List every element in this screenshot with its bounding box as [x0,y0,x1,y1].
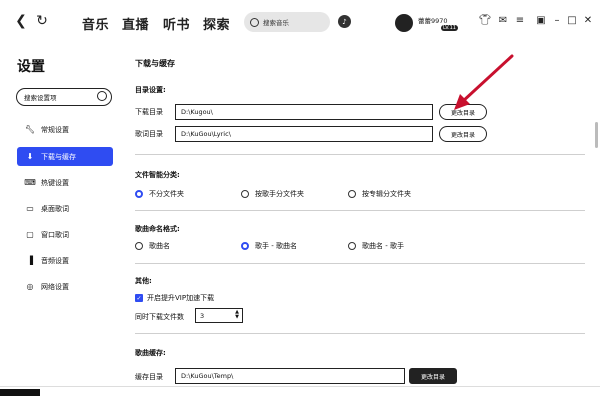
checkmark-icon: ✓ [135,294,143,302]
radio-unselected [241,190,249,198]
sidebar-item-audio[interactable]: ▐ 音频设置 [17,251,113,270]
stepper-arrows-icon[interactable]: ▲ ▼ [235,310,239,320]
sidebar-item-label: 窗口歌词 [41,230,69,239]
tab-explore[interactable]: 探索 [203,14,230,33]
naming-option-song-artist[interactable]: 歌曲名 - 歌手 [348,241,404,251]
scrollbar[interactable] [594,46,599,386]
mini-player-icon[interactable]: ▣ [535,14,547,26]
settings-search-input[interactable]: 搜索设置项 [16,88,112,106]
classify-option-album[interactable]: 按专辑分文件夹 [348,189,411,199]
page-title: 设置 [17,59,45,75]
wrench-icon: 🔧︎ [24,125,36,134]
concurrent-downloads-label: 同时下载文件数 [135,313,184,321]
change-lyrics-dir-button[interactable]: 更改目录 [439,126,487,142]
file-classify-heading: 文件智能分类: [135,171,180,179]
tab-music[interactable]: 音乐 [82,14,109,33]
sidebar-item-label: 热键设置 [41,178,69,187]
minimize-icon[interactable]: – [551,14,563,26]
tab-live[interactable]: 直播 [122,14,149,33]
radio-unselected [348,242,356,250]
divider [135,333,585,334]
radio-label: 不分文件夹 [149,190,184,198]
album-cover[interactable] [0,389,40,396]
stepper-value: 3 [200,311,205,320]
scrollbar-thumb[interactable] [595,122,598,148]
sidebar-item-label: 网络设置 [41,282,69,291]
section-title: 下载与缓存 [135,59,175,68]
radio-unselected [348,190,356,198]
radio-label: 歌曲名 - 歌手 [362,242,404,250]
search-icon[interactable] [97,91,107,101]
naming-option-song[interactable]: 歌曲名 [135,241,170,251]
maximize-icon[interactable]: □ [566,14,578,26]
radio-selected [135,190,143,198]
listen-recognize-icon[interactable]: ♪ [338,15,351,28]
lyrics-dir-field[interactable]: D:\KuGou\Lyric\ [175,126,433,142]
search-input[interactable]: 搜索音乐 [244,12,330,32]
sidebar-item-label: 音频设置 [41,256,69,265]
divider [135,210,585,211]
player-bar [0,386,600,396]
radio-label: 按歌手分文件夹 [255,190,304,198]
mail-icon[interactable]: ✉ [497,14,509,26]
sidebar-item-download-cache[interactable]: ⬇ 下载与缓存 [17,147,113,166]
settings-sidebar: 设置 搜索设置项 🔧︎ 常规设置 ⬇ 下载与缓存 ⌨ 热键设置 ▭ 桌面歌词 ▢… [0,46,120,386]
vip-accelerate-checkbox[interactable]: ✓ 开启提升VIP加速下载 [135,293,214,303]
tab-audiobook[interactable]: 听书 [163,14,190,33]
menu-icon[interactable]: ≡ [514,14,526,26]
download-dir-label: 下载目录 [135,108,163,116]
refresh-icon[interactable]: ↻ [35,13,49,29]
sidebar-item-general[interactable]: 🔧︎ 常规设置 [17,120,113,139]
user-name[interactable]: 蕾蕾9970 [418,15,448,25]
settings-search-placeholder: 搜索设置项 [24,94,57,102]
top-bar: ❮ ↻ 音乐 直播 听书 探索 搜索音乐 ♪ 蕾蕾9970 LV.11 👕︎ ✉… [0,0,600,46]
divider [135,263,585,264]
radio-label: 按专辑分文件夹 [362,190,411,198]
search-placeholder: 搜索音乐 [263,19,289,27]
dir-settings-heading: 目录设置: [135,86,166,94]
search-icon [250,17,259,27]
download-dir-field[interactable]: D:\Kugou\ [175,104,433,120]
other-heading: 其他: [135,277,152,285]
chevron-left-icon[interactable]: ❮ [14,13,28,29]
sidebar-item-label: 下载与缓存 [41,152,76,161]
sidebar-item-hotkeys[interactable]: ⌨ 热键设置 [17,173,113,192]
radio-label: 歌曲名 [149,242,170,250]
settings-content: 下载与缓存 目录设置: 下载目录 D:\Kugou\ 更改目录 歌词目录 D:\… [120,46,600,386]
naming-option-artist-song[interactable]: 歌手 - 歌曲名 [241,241,297,251]
classify-option-none[interactable]: 不分文件夹 [135,189,184,199]
radio-unselected [135,242,143,250]
radio-label: 歌手 - 歌曲名 [255,242,297,250]
window-icon: ▢ [26,230,34,239]
close-icon[interactable]: ✕ [582,14,594,26]
annotation-arrow-icon [454,54,514,110]
lyrics-dir-label: 歌词目录 [135,130,163,138]
keyboard-icon: ⌨ [24,178,36,187]
divider [135,154,585,155]
cache-dir-label: 缓存目录 [135,373,163,381]
avatar[interactable] [395,14,413,32]
song-naming-heading: 歌曲命名格式: [135,225,180,233]
cache-heading: 歌曲缓存: [135,349,166,357]
change-cache-dir-button[interactable]: 更改目录 [409,368,457,384]
sidebar-item-desktop-lyrics[interactable]: ▭ 桌面歌词 [17,199,113,218]
monitor-icon: ▭ [26,204,34,213]
network-icon: ◎ [26,282,34,291]
sidebar-item-label: 桌面歌词 [41,204,69,213]
concurrent-downloads-stepper[interactable]: 3 ▲ ▼ [195,308,243,323]
audio-icon: ▐ [26,256,34,265]
sidebar-item-window-lyrics[interactable]: ▢ 窗口歌词 [17,225,113,244]
level-badge: LV.11 [441,25,458,31]
radio-selected [241,242,249,250]
sidebar-item-network[interactable]: ◎ 网络设置 [17,277,113,296]
checkbox-label: 开启提升VIP加速下载 [147,294,215,302]
download-icon: ⬇ [26,152,34,161]
classify-option-artist[interactable]: 按歌手分文件夹 [241,189,304,199]
shirt-icon[interactable]: 👕︎ [479,14,492,26]
sidebar-item-label: 常规设置 [41,125,69,134]
cache-dir-field[interactable]: D:\KuGou\Temp\ [175,368,405,384]
